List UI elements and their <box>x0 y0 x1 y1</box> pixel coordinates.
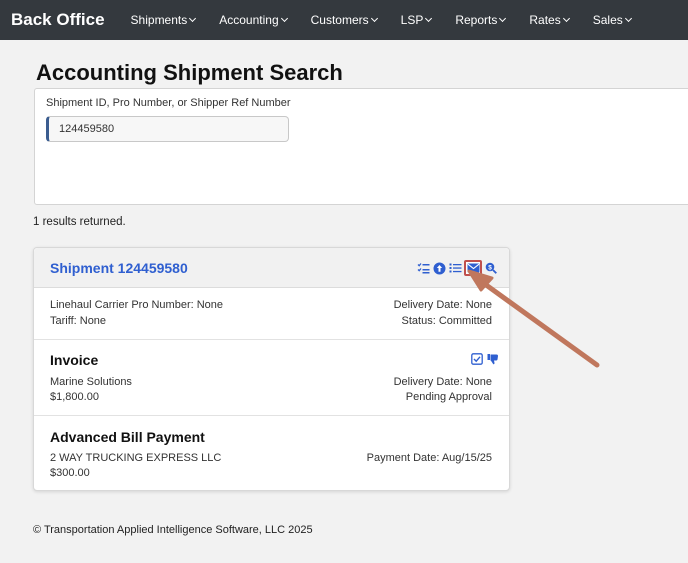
search-label: Shipment ID, Pro Number, or Shipper Ref … <box>46 97 291 109</box>
chevron-down-icon <box>499 14 507 23</box>
invoice-action-icons <box>470 352 500 366</box>
chevron-down-icon <box>280 14 288 23</box>
nav-sales[interactable]: Sales <box>592 13 632 27</box>
svg-text:$: $ <box>488 265 492 272</box>
shipment-link[interactable]: Shipment 124459580 <box>50 260 188 276</box>
nav-label: LSP <box>400 13 424 27</box>
chevron-down-icon <box>425 14 433 23</box>
nav-rates[interactable]: Rates <box>529 13 570 27</box>
chevron-down-icon <box>189 14 197 23</box>
card-header: Shipment 124459580 $ <box>34 248 509 288</box>
checklist-icon[interactable] <box>416 261 430 275</box>
nav-lsp[interactable]: LSP <box>400 13 433 27</box>
search-card: Shipment ID, Pro Number, or Shipper Ref … <box>34 88 688 205</box>
shipment-result-card: Shipment 124459580 $ Linehaul Carrier Pr… <box>33 247 510 491</box>
list-icon[interactable] <box>448 261 462 275</box>
advanced-bill-title: Advanced Bill Payment <box>50 429 205 445</box>
page-title: Accounting Shipment Search <box>36 60 343 85</box>
shipment-delivery-date: Delivery Date: None <box>393 299 492 311</box>
tariff: Tariff: None <box>50 315 107 327</box>
invoice-amount: $1,800.00 <box>50 391 99 403</box>
chevron-down-icon <box>624 14 632 23</box>
checkbox-icon[interactable] <box>470 352 484 366</box>
invoice-customer: Marine Solutions <box>50 376 132 388</box>
shipment-action-icons: $ <box>416 259 498 277</box>
thumbs-down-icon[interactable] <box>486 352 500 366</box>
nav-accounting[interactable]: Accounting <box>219 13 288 27</box>
nav-label: Sales <box>592 13 623 27</box>
shipment-status: Status: Committed <box>401 315 492 327</box>
advanced-bill-amount: $300.00 <box>50 467 90 479</box>
search-dollar-icon[interactable]: $ <box>484 261 498 275</box>
nav-reports[interactable]: Reports <box>455 13 507 27</box>
nav-label: Accounting <box>219 13 279 27</box>
invoice-approval-status: Pending Approval <box>405 391 492 403</box>
upload-circle-icon[interactable] <box>432 261 446 275</box>
brand-logo-text[interactable]: Back Office <box>11 10 105 30</box>
advanced-bill-carrier: 2 WAY TRUCKING EXPRESS LLC <box>50 452 222 464</box>
carrier-pro-number: Linehaul Carrier Pro Number: None <box>50 299 224 311</box>
nav-customers[interactable]: Customers <box>310 13 378 27</box>
results-count: 1 results returned. <box>33 216 126 228</box>
nav-shipments[interactable]: Shipments <box>130 13 197 27</box>
divider <box>34 415 509 416</box>
footer-copyright: © Transportation Applied Intelligence So… <box>33 524 313 536</box>
chevron-down-icon <box>562 14 570 23</box>
chevron-down-icon <box>370 14 378 23</box>
divider <box>34 339 509 340</box>
invoice-delivery-date: Delivery Date: None <box>393 376 492 388</box>
shipment-search-input[interactable] <box>46 116 289 142</box>
top-navbar: Back Office Shipments Accounting Custome… <box>0 0 688 40</box>
envelope-icon[interactable] <box>464 260 482 276</box>
nav-label: Rates <box>529 13 561 27</box>
nav-label: Reports <box>455 13 498 27</box>
invoice-title: Invoice <box>50 352 99 368</box>
nav-label: Customers <box>310 13 369 27</box>
advanced-bill-payment-date: Payment Date: Aug/15/25 <box>366 452 492 464</box>
nav-label: Shipments <box>130 13 188 27</box>
